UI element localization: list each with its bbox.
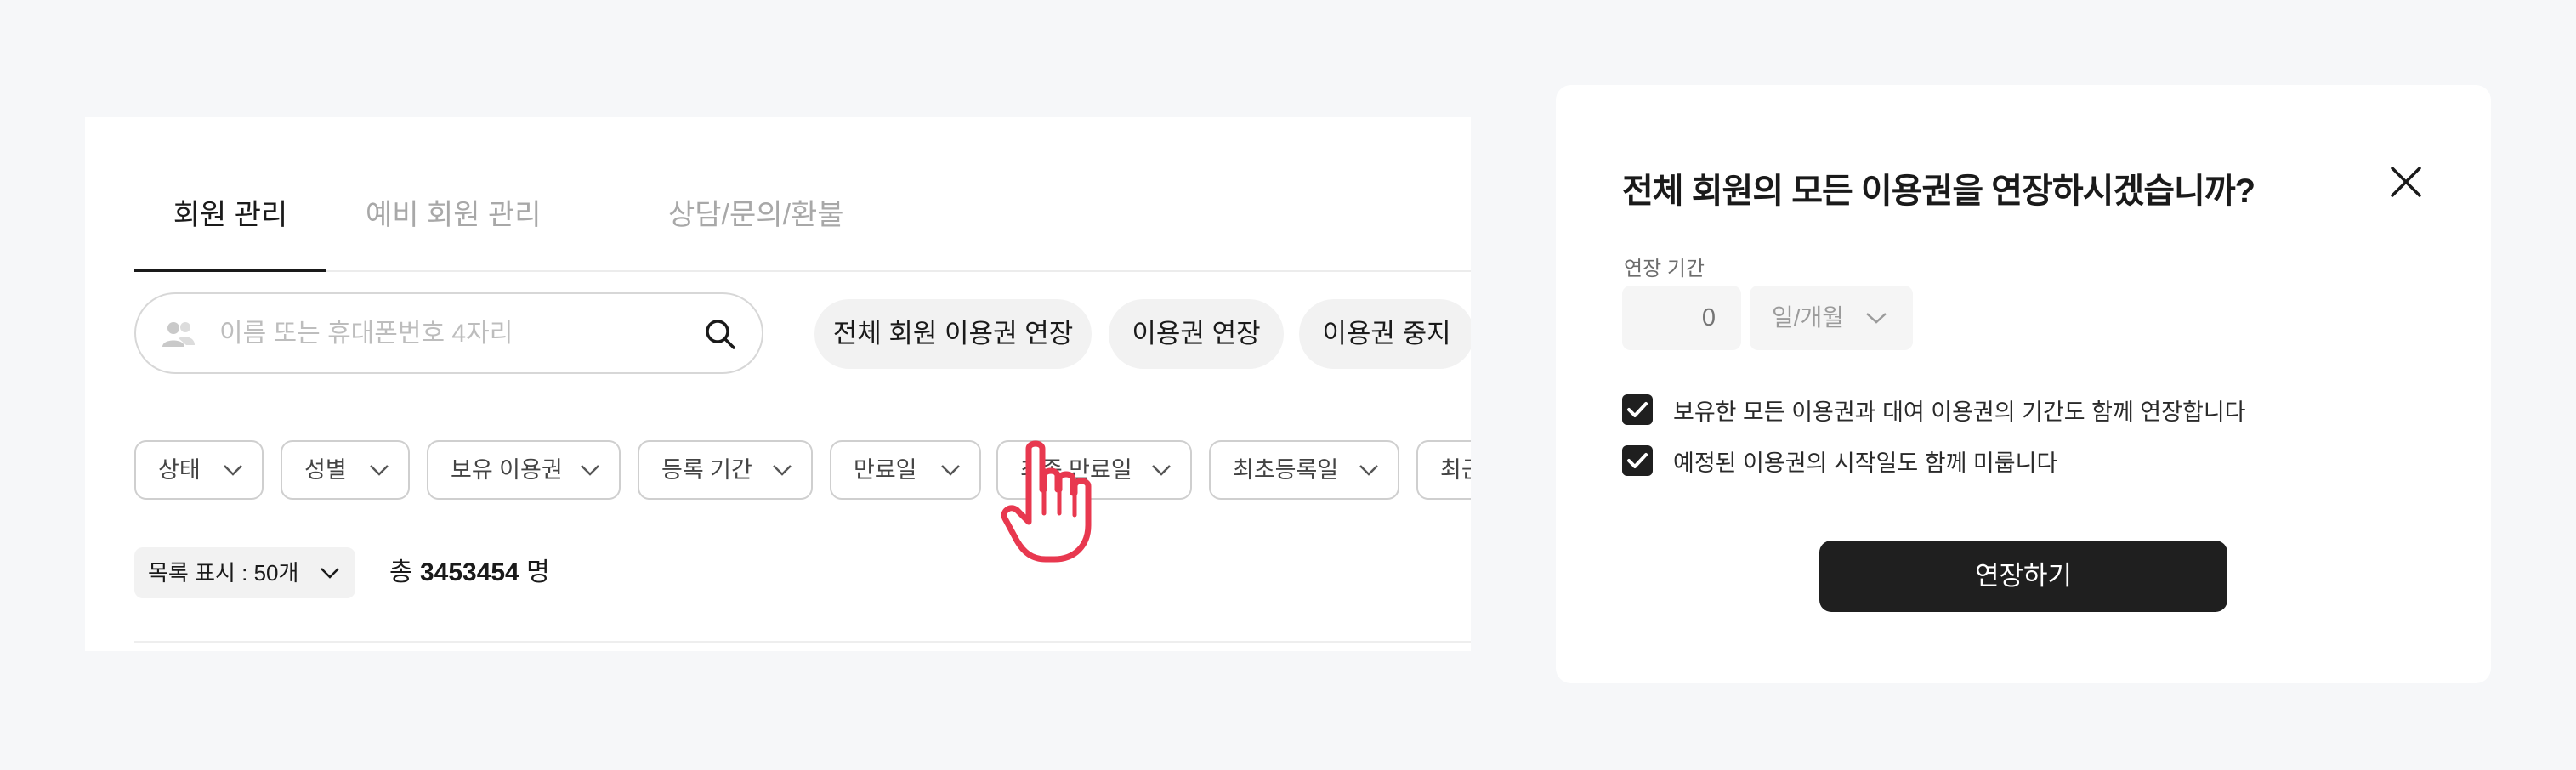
extend-submit-button[interactable]: 연장하기 xyxy=(1819,541,2227,612)
checkbox[interactable] xyxy=(1622,394,1653,425)
chevron-down-icon xyxy=(370,465,389,476)
total-count: 총 3453454 명 xyxy=(389,547,550,598)
total-prefix: 총 xyxy=(389,558,413,586)
chevron-down-icon xyxy=(941,465,960,476)
divider xyxy=(134,641,1471,643)
extension-amount-input[interactable] xyxy=(1622,286,1741,350)
filter-label: 상태 xyxy=(158,457,201,483)
check-icon xyxy=(1627,453,1648,468)
filter-recent[interactable]: 최근 xyxy=(1416,440,1471,500)
extension-unit-select[interactable]: 일/개월 xyxy=(1750,286,1913,350)
check-icon xyxy=(1627,402,1648,417)
tab-member-management[interactable]: 회원 관리 xyxy=(134,160,326,272)
option-label: 예정된 이용권의 시작일도 함께 미룹니다 xyxy=(1673,450,2058,476)
extension-period-label: 연장 기간 xyxy=(1624,258,1705,280)
filter-status[interactable]: 상태 xyxy=(134,440,264,500)
filter-label: 등록 기간 xyxy=(661,457,752,483)
tab-consultation-refund[interactable]: 상담/문의/환불 xyxy=(668,160,844,270)
chevron-down-icon xyxy=(1359,465,1378,476)
tab-bar: 회원 관리 예비 회원 관리 상담/문의/환불 xyxy=(134,160,1471,272)
suspend-pass-button[interactable]: 이용권 중지 xyxy=(1299,299,1471,369)
filter-owned-pass[interactable]: 보유 이용권 xyxy=(427,440,621,500)
postpone-start-date-option[interactable]: 예정된 이용권의 시작일도 함께 미룹니다 xyxy=(1622,444,2057,478)
member-search-box[interactable] xyxy=(134,292,763,374)
filter-label: 최근 xyxy=(1440,457,1471,483)
close-icon[interactable] xyxy=(2387,163,2425,201)
chevron-down-icon xyxy=(321,568,339,579)
filter-label: 보유 이용권 xyxy=(451,457,563,483)
option-label: 보유한 모든 이용권과 대여 이용권의 기간도 함께 연장합니다 xyxy=(1673,399,2246,425)
list-display-label: 목록 표시 : 50개 xyxy=(148,560,299,586)
extend-all-members-button[interactable]: 전체 회원 이용권 연장 xyxy=(814,299,1092,369)
filter-label: 최초등록일 xyxy=(1233,457,1339,483)
chevron-down-icon xyxy=(1152,465,1171,476)
list-display-select[interactable]: 목록 표시 : 50개 xyxy=(134,547,355,598)
filter-label: 성별 xyxy=(304,457,347,483)
total-count-value: 3453454 xyxy=(419,558,519,586)
filter-registration-period[interactable]: 등록 기간 xyxy=(638,440,813,500)
chevron-down-icon xyxy=(581,465,599,476)
pointing-hand-icon xyxy=(1001,440,1092,563)
extend-rental-passes-option[interactable]: 보유한 모든 이용권과 대여 이용권의 기간도 함께 연장합니다 xyxy=(1622,393,2246,427)
filter-gender[interactable]: 성별 xyxy=(281,440,410,500)
filter-first-registration[interactable]: 최초등록일 xyxy=(1209,440,1399,500)
unit-label: 일/개월 xyxy=(1772,304,1845,331)
chevron-down-icon xyxy=(224,465,242,476)
total-suffix: 명 xyxy=(526,558,550,586)
member-management-panel: 회원 관리 예비 회원 관리 상담/문의/환불 전체 회원 이용권 연장 이용권… xyxy=(85,117,1471,651)
dialog-title: 전체 회원의 모든 이용권을 연장하시겠습니까? xyxy=(1622,173,2255,210)
filter-expiry-date[interactable]: 만료일 xyxy=(830,440,981,500)
people-icon xyxy=(162,322,195,347)
search-icon[interactable] xyxy=(704,318,736,350)
tab-prospective-members[interactable]: 예비 회원 관리 xyxy=(366,160,542,270)
search-input[interactable] xyxy=(218,309,697,359)
extend-pass-button[interactable]: 이용권 연장 xyxy=(1109,299,1284,369)
filter-label: 만료일 xyxy=(854,457,917,483)
extend-all-dialog: 전체 회원의 모든 이용권을 연장하시겠습니까? 연장 기간 일/개월 보유한 … xyxy=(1556,85,2491,683)
chevron-down-icon xyxy=(773,465,792,476)
chevron-down-icon xyxy=(1866,313,1887,324)
checkbox[interactable] xyxy=(1622,445,1653,476)
